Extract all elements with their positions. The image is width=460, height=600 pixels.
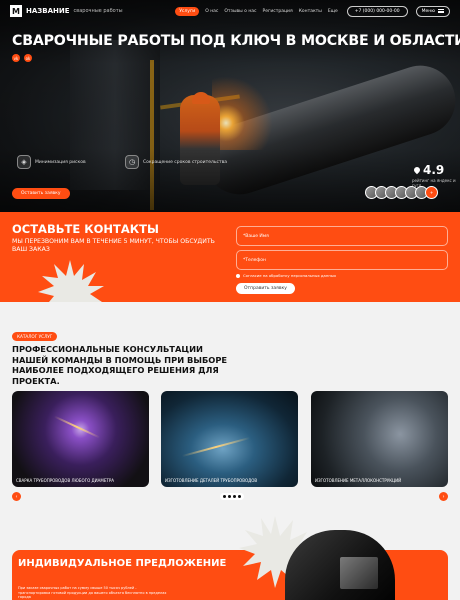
pagination-dot[interactable] bbox=[223, 495, 226, 498]
service-card[interactable]: Изготовление металлоконструкций bbox=[311, 391, 448, 487]
nav-link-reviews[interactable]: Отзывы о нас bbox=[224, 9, 256, 14]
pagination-dot[interactable] bbox=[238, 495, 241, 498]
decorative-splash-icon bbox=[38, 260, 104, 302]
pagination-dot[interactable] bbox=[228, 495, 231, 498]
feature-text: Сокращение сроков строительства bbox=[143, 159, 227, 165]
service-card-label: Изготовление металлоконструкций bbox=[315, 478, 402, 483]
service-card-label: Изготовление деталей трубопроводов bbox=[165, 478, 258, 483]
card-image-sparks bbox=[181, 436, 251, 458]
offer-subtitle: При заказе сварочных работ на сумму свыш… bbox=[18, 586, 167, 599]
more-avatars-button[interactable]: + bbox=[425, 186, 438, 199]
hero-title: СВАРОЧНЫЕ РАБОТЫ ПОД КЛЮЧ В МОСКВЕ И ОБЛ… bbox=[12, 33, 460, 49]
pagination-dot[interactable] bbox=[233, 495, 236, 498]
service-card[interactable]: Сварка трубопроводов любого диаметра bbox=[12, 391, 149, 487]
service-card[interactable]: Изготовление деталей трубопроводов bbox=[161, 391, 298, 487]
welding-mask-glass bbox=[340, 557, 378, 589]
feature-item: ◈ Минимизация рисков bbox=[17, 155, 86, 169]
nav-services-button[interactable]: Услуги bbox=[175, 6, 200, 16]
contact-section: ОСТАВЬТЕ КОНТАКТЫ МЫ ПЕРЕЗВОНИМ ВАМ В ТЕ… bbox=[0, 212, 460, 302]
ok-icon[interactable]: ok bbox=[24, 54, 32, 62]
consent-label: Согласие на обработку персональных данны… bbox=[243, 273, 337, 278]
top-nav: М НАЗВАНИЕ сварочные работы Услуги О нас… bbox=[0, 0, 460, 22]
logo-icon[interactable]: М bbox=[10, 5, 22, 17]
menu-label: Меню bbox=[421, 8, 435, 14]
nav-menu-button[interactable]: Меню bbox=[415, 5, 450, 17]
offer-title: ИНДИВИДУАЛЬНОЕ ПРЕДЛОЖЕНИЕ bbox=[18, 558, 227, 569]
carousel-next-button[interactable]: › bbox=[439, 492, 448, 501]
name-input[interactable]: *Ваше Имя bbox=[236, 226, 448, 246]
location-pin-icon bbox=[412, 165, 422, 175]
consent-checkbox[interactable]: Согласие на обработку персональных данны… bbox=[236, 273, 336, 278]
review-avatars[interactable]: + bbox=[365, 186, 438, 199]
nav-link-more[interactable]: Еще bbox=[328, 9, 338, 14]
contact-title: ОСТАВЬТЕ КОНТАКТЫ bbox=[12, 222, 159, 236]
feature-item: ◷ Сокращение сроков строительства bbox=[125, 155, 227, 169]
service-card-label: Сварка трубопроводов любого диаметра bbox=[16, 478, 114, 483]
vk-icon[interactable]: vk bbox=[12, 54, 20, 62]
page: М НАЗВАНИЕ сварочные работы Услуги О нас… bbox=[0, 0, 460, 600]
logo-name[interactable]: НАЗВАНИЕ bbox=[26, 7, 70, 15]
checkbox-dot-icon bbox=[236, 273, 240, 278]
services-title: ПРОФЕССИОНАЛЬНЫЕ КОНСУЛЬТАЦИИ НАШЕЙ КОМА… bbox=[12, 344, 228, 386]
rating-block: 4.9 bbox=[412, 163, 445, 177]
shield-icon: ◈ bbox=[17, 155, 31, 169]
nav-phone-button[interactable]: +7 (000) 000-00-00 bbox=[346, 5, 408, 17]
hero-shade bbox=[0, 0, 460, 212]
clock-icon: ◷ bbox=[125, 155, 139, 169]
carousel-prev-button[interactable]: ‹ bbox=[12, 492, 21, 501]
rating-value: 4.9 bbox=[423, 163, 445, 177]
hamburger-icon bbox=[438, 9, 444, 13]
hero-section: М НАЗВАНИЕ сварочные работы Услуги О нас… bbox=[0, 0, 460, 212]
hero-request-button[interactable]: Оставить заявку bbox=[12, 188, 70, 199]
nav-link-about[interactable]: О нас bbox=[205, 9, 218, 14]
card-image-sparks bbox=[53, 415, 101, 439]
logo-subtitle: сварочные работы bbox=[73, 8, 123, 14]
phone-input[interactable]: *Телефон bbox=[236, 250, 448, 270]
submit-button[interactable]: Отправить заявку bbox=[236, 283, 295, 294]
catalog-tag: КАТАЛОГ УСЛУГ bbox=[12, 332, 58, 341]
nav-link-register[interactable]: Регистрация bbox=[263, 9, 293, 14]
nav-link-contacts[interactable]: Контакты bbox=[299, 9, 322, 14]
feature-text: Минимизация рисков bbox=[35, 159, 86, 165]
carousel-pagination[interactable] bbox=[220, 493, 244, 500]
